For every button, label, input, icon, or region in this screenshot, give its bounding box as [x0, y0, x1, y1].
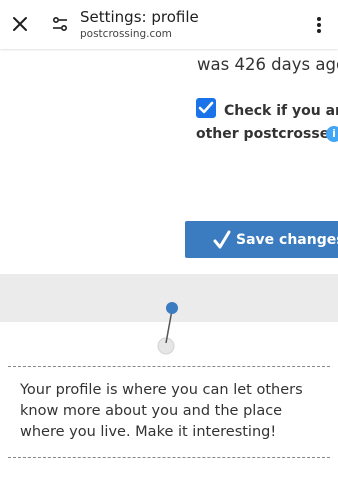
last-login-text: was 426 days ago.	[197, 55, 338, 74]
close-icon[interactable]	[10, 14, 30, 34]
checkmark-icon	[213, 230, 231, 249]
profile-checkbox[interactable]	[196, 98, 216, 118]
save-button-label: Save changes	[236, 232, 338, 248]
profile-description: Your profile is where you can let others…	[20, 382, 303, 440]
description-bottom-border	[8, 457, 330, 458]
checkbox-label-line1: Check if you are in	[224, 103, 338, 119]
profile-settings-form: was 426 days ago. Check if you are in ot…	[0, 49, 338, 274]
browser-top-bar: Settings: profile postcrossing.com	[0, 0, 338, 49]
checkbox-label-line2: other postcrossers.	[196, 126, 338, 142]
page-url[interactable]: postcrossing.com	[80, 28, 172, 40]
description-top-border	[8, 366, 330, 367]
checkbox-check-icon	[198, 101, 214, 114]
save-changes-button[interactable]: Save changes	[185, 221, 338, 258]
map-pin-icon	[157, 302, 178, 355]
more-vert-icon[interactable]	[312, 14, 326, 36]
info-icon[interactable]: i	[326, 126, 338, 142]
page-title: Settings: profile	[80, 8, 199, 26]
tune-icon[interactable]	[51, 15, 69, 33]
